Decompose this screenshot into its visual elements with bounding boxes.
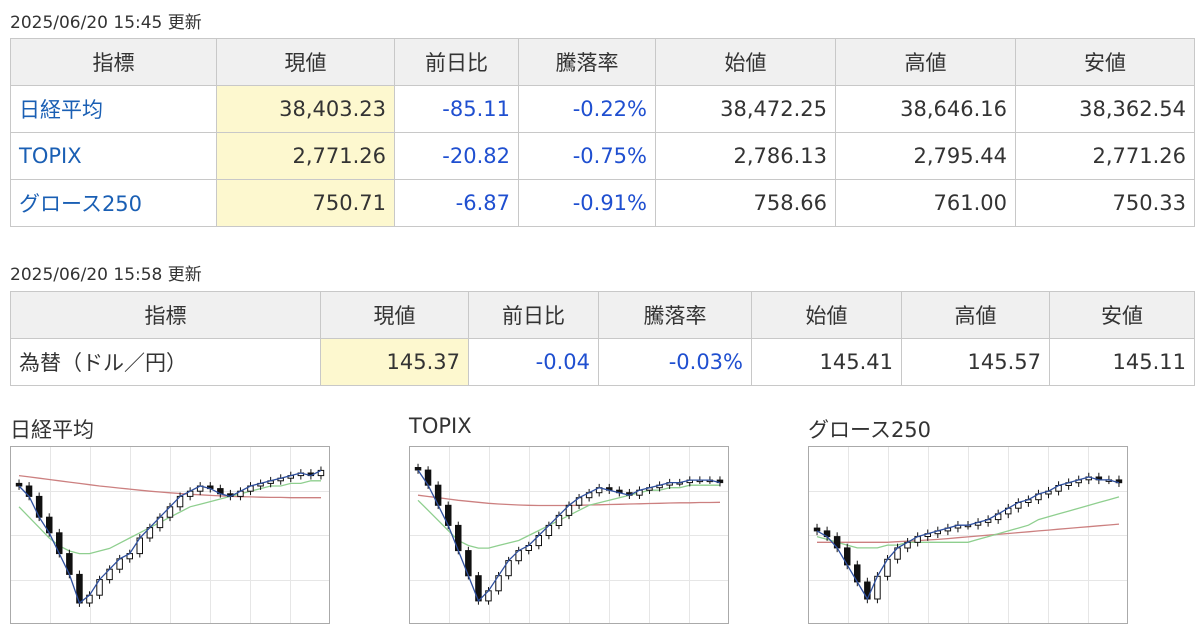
current-value: 145.37	[320, 338, 469, 386]
col-indicator: 指標	[10, 38, 217, 86]
open-value: 758.66	[655, 179, 836, 227]
col-open: 始値	[655, 38, 836, 86]
chart-title-topix: TOPIX	[409, 414, 472, 438]
col-change-pct: 騰落率	[598, 291, 752, 339]
growth250-chart[interactable]	[808, 446, 1128, 624]
low-value: 750.33	[1015, 179, 1195, 227]
fx-table: 指標 現値 前日比 騰落率 始値 高値 安値 為替（ドル／円） 145.37 -…	[10, 291, 1195, 386]
col-open: 始値	[751, 291, 902, 339]
nikkei-chart-svg	[10, 446, 330, 624]
col-high: 高値	[901, 291, 1050, 339]
current-value: 2,771.26	[216, 132, 395, 180]
open-value: 38,472.25	[655, 85, 836, 133]
change-value: -0.04	[468, 338, 599, 386]
candle-body	[15, 482, 23, 487]
high-value: 761.00	[835, 179, 1016, 227]
change-pct-value: -0.75%	[518, 132, 656, 180]
topix-chart-svg	[409, 446, 729, 624]
change-pct-value: -0.03%	[598, 338, 752, 386]
col-low: 安値	[1015, 38, 1195, 86]
change-pct-value: -0.22%	[518, 85, 656, 133]
indices-header-row: 指標 現値 前日比 騰落率 始値 高値 安値	[10, 38, 1195, 86]
candle-body	[813, 527, 821, 532]
current-value: 750.71	[216, 179, 395, 227]
indices-table: 指標 現値 前日比 騰落率 始値 高値 安値 日経平均 38,403.23 -8…	[10, 38, 1195, 227]
growth250-chart-svg	[808, 446, 1128, 624]
col-change: 前日比	[468, 291, 599, 339]
change-pct-value: -0.91%	[518, 179, 656, 227]
col-low: 安値	[1049, 291, 1195, 339]
chart-title-growth250: グロース250	[808, 418, 932, 442]
col-indicator: 指標	[10, 291, 321, 339]
high-value: 145.57	[901, 338, 1050, 386]
candle-body	[414, 467, 422, 471]
col-change-pct: 騰落率	[518, 38, 656, 86]
indices-updated-time: 2025/06/20 15:45 更新	[10, 13, 202, 33]
col-change: 前日比	[394, 38, 519, 86]
chart-title-nikkei: 日経平均	[10, 418, 94, 442]
index-name-cell: 日経平均	[10, 85, 217, 133]
change-value: -20.82	[394, 132, 519, 180]
low-value: 145.11	[1049, 338, 1195, 386]
index-name-cell: グロース250	[10, 179, 217, 227]
fx-updated-time: 2025/06/20 15:58 更新	[10, 265, 202, 285]
low-value: 2,771.26	[1015, 132, 1195, 180]
high-value: 38,646.16	[835, 85, 1016, 133]
nikkei-chart[interactable]	[10, 446, 330, 624]
table-row: 日経平均 38,403.23 -85.11 -0.22% 38,472.25 3…	[10, 85, 1195, 133]
change-value: -6.87	[394, 179, 519, 227]
col-current: 現値	[320, 291, 469, 339]
topix-link[interactable]: TOPIX	[19, 144, 82, 168]
open-value: 145.41	[751, 338, 902, 386]
low-value: 38,362.54	[1015, 85, 1195, 133]
open-value: 2,786.13	[655, 132, 836, 180]
change-value: -85.11	[394, 85, 519, 133]
fx-name: 為替（ドル／円）	[10, 338, 321, 386]
fx-header-row: 指標 現値 前日比 騰落率 始値 高値 安値	[10, 291, 1195, 339]
col-high: 高値	[835, 38, 1016, 86]
nikkei-link[interactable]: 日経平均	[19, 98, 103, 122]
topix-chart[interactable]	[409, 446, 729, 624]
col-current: 現値	[216, 38, 395, 86]
table-row: TOPIX 2,771.26 -20.82 -0.75% 2,786.13 2,…	[10, 132, 1195, 180]
current-value: 38,403.23	[216, 85, 395, 133]
growth250-link[interactable]: グロース250	[19, 192, 142, 216]
index-name-cell: TOPIX	[10, 132, 217, 180]
table-row: 為替（ドル／円） 145.37 -0.04 -0.03% 145.41 145.…	[10, 338, 1195, 386]
table-row: グロース250 750.71 -6.87 -0.91% 758.66 761.0…	[10, 179, 1195, 227]
high-value: 2,795.44	[835, 132, 1016, 180]
